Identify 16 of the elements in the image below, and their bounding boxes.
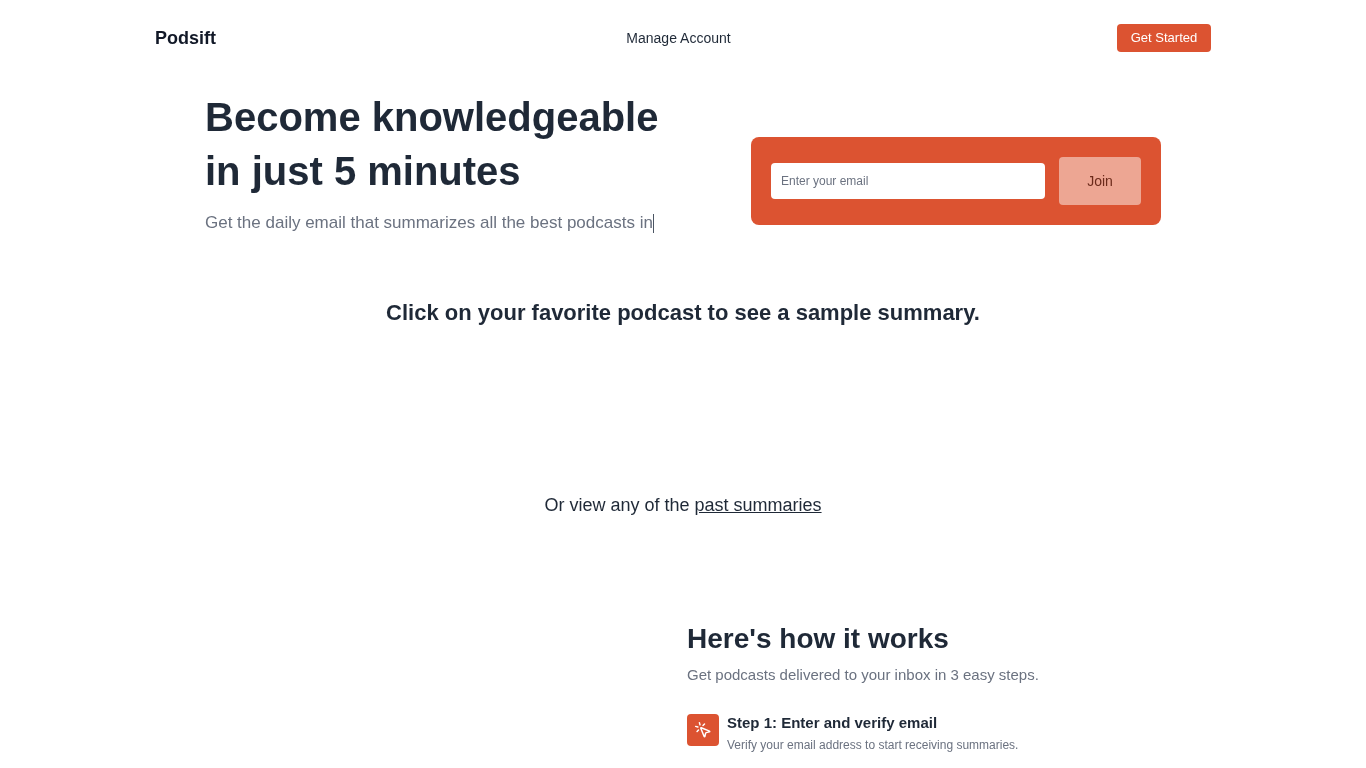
text-cursor (652, 213, 654, 233)
how-it-works-subtitle: Get podcasts delivered to your inbox in 3 easy steps. (687, 665, 1040, 685)
past-summaries-link[interactable]: past summaries (694, 495, 822, 515)
samples-heading: Click on your favorite podcast to see a sample summary. (386, 299, 980, 327)
step-description: Verify your email address to start receiving summaries. (727, 737, 1019, 753)
nav-link[interactable]: Manage Account (626, 27, 731, 49)
how-it-works-heading: Here's how it works (687, 622, 950, 656)
step-title: Step 1: Enter and verify email (727, 714, 939, 732)
hero-subtitle: Get the daily email that summarizes all the best podcasts in (205, 212, 653, 234)
site-logo[interactable]: Podsift (155, 24, 216, 52)
cursor-click-icon (687, 714, 719, 746)
past-summaries-text: Or view any of the past summaries (544, 494, 822, 517)
hero-heading: Become knowledgeable in just 5 minutes (205, 94, 660, 195)
get-started-button[interactable]: Get Started (1117, 24, 1211, 52)
join-button[interactable]: Join (1059, 157, 1141, 205)
email-field[interactable]: Enter your email (771, 163, 1045, 199)
